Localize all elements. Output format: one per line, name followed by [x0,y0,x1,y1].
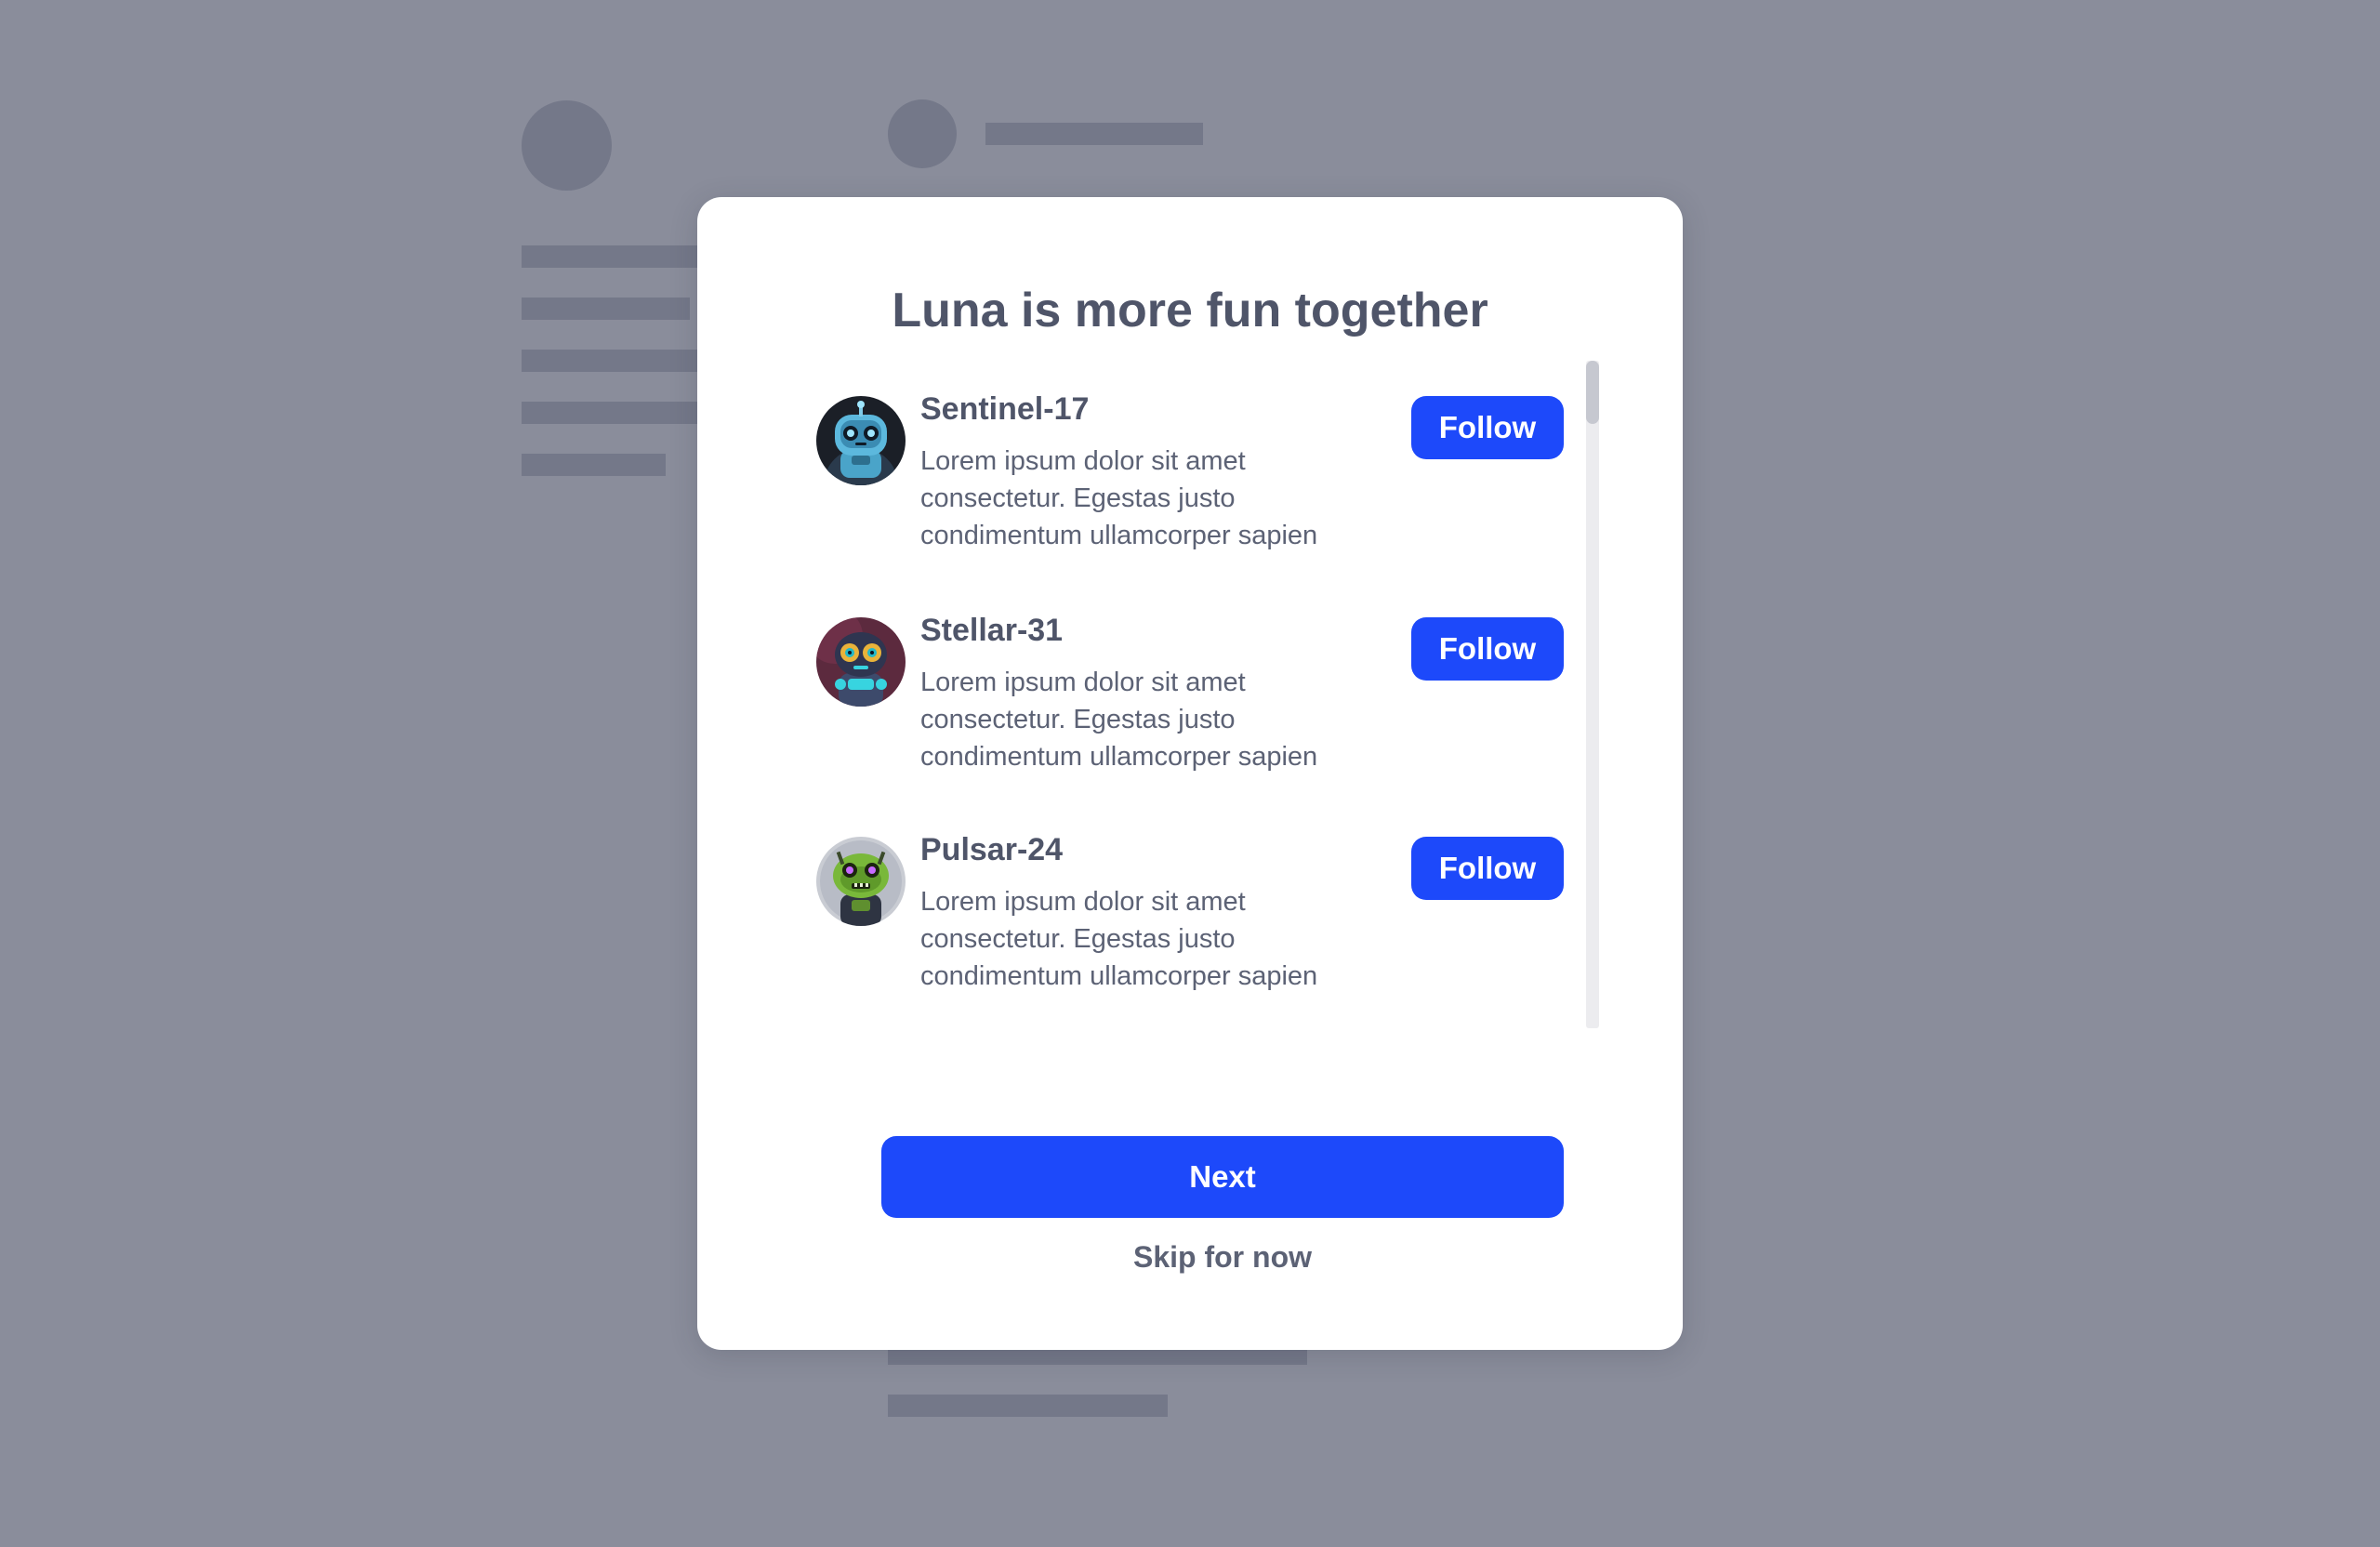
user-name: Pulsar-24 [920,832,1064,867]
scrollbar-track[interactable] [1586,361,1599,1028]
skeleton-line [522,402,707,424]
skeleton-line [522,454,666,476]
skeleton-avatar-small [888,99,957,168]
modal-title: Luna is more fun together [892,284,1488,337]
skeleton-line [522,298,690,320]
skeleton-avatar-large [522,100,612,191]
suggested-follows-modal: Luna is more fun together Sentinel-17 Lo… [697,197,1683,1350]
follow-button[interactable]: Follow [1411,837,1564,900]
user-name: Stellar-31 [920,613,1064,648]
user-bio: Lorem ipsum dolor sit amet consectetur. … [920,446,1318,550]
blue-robot-avatar [816,396,906,485]
next-button[interactable]: Next [881,1136,1564,1218]
list-item: Stellar-31 Lorem ipsum dolor sit amet co… [816,613,1569,813]
user-bio: Lorem ipsum dolor sit amet consectetur. … [920,887,1318,991]
skeleton-line [522,350,707,372]
follow-button[interactable]: Follow [1411,617,1564,681]
skeleton-line [522,245,707,268]
scrollbar-thumb[interactable] [1586,361,1599,424]
user-name: Sentinel-17 [920,391,1090,427]
list-item: Sentinel-17 Lorem ipsum dolor sit amet c… [816,391,1569,591]
follow-button[interactable]: Follow [1411,396,1564,459]
skip-for-now-link[interactable]: Skip for now [881,1240,1564,1275]
skeleton-line [888,1395,1168,1417]
teal-robot-avatar [816,617,906,707]
green-robot-avatar [816,837,906,926]
user-bio: Lorem ipsum dolor sit amet consectetur. … [920,668,1318,772]
skeleton-line [985,123,1203,145]
list-item: Pulsar-24 Lorem ipsum dolor sit amet con… [816,832,1569,1032]
